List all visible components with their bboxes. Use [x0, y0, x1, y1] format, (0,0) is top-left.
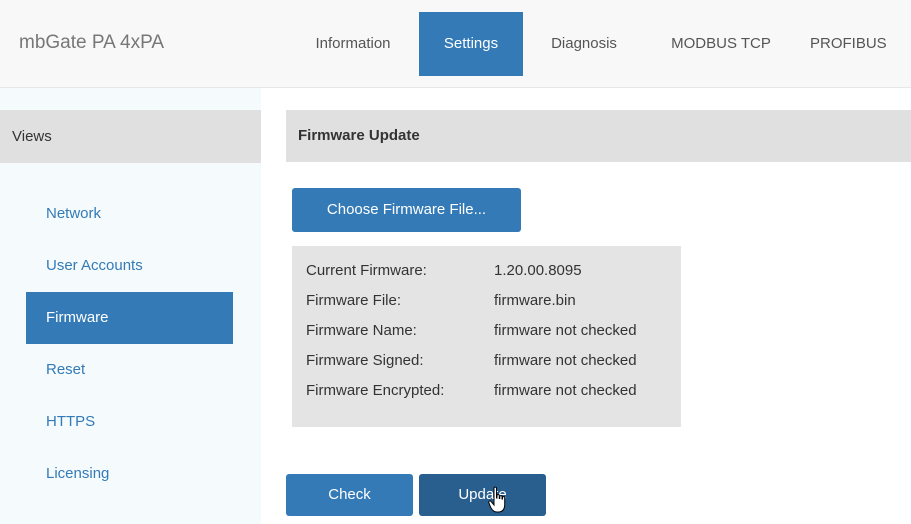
- tab-modbus-tcp[interactable]: MODBUS TCP: [645, 12, 797, 76]
- info-label: Current Firmware:: [306, 262, 427, 279]
- top-navbar: mbGate PA 4xPA Information Settings Diag…: [0, 0, 911, 88]
- panel-title: Firmware Update: [286, 110, 911, 162]
- info-label: Firmware File:: [306, 292, 402, 309]
- brand-title[interactable]: mbGate PA 4xPA: [19, 32, 164, 54]
- update-button[interactable]: Update: [419, 474, 546, 516]
- sidebar-item-user-accounts[interactable]: User Accounts: [26, 240, 233, 292]
- info-label: Firmware Encrypted:: [306, 382, 445, 399]
- choose-firmware-file-button[interactable]: Choose Firmware File...: [292, 188, 521, 232]
- info-label: Firmware Name:: [306, 322, 417, 339]
- sidebar-item-https[interactable]: HTTPS: [26, 396, 233, 448]
- info-value: 1.20.00.8095: [494, 262, 582, 279]
- info-value: firmware not checked: [494, 352, 637, 369]
- tab-diagnosis[interactable]: Diagnosis: [532, 12, 636, 76]
- info-value: firmware.bin: [494, 292, 576, 309]
- tab-profibus[interactable]: PROFIBUS: [810, 12, 911, 76]
- info-value: firmware not checked: [494, 322, 637, 339]
- sidebar-item-licensing[interactable]: Licensing: [26, 448, 233, 500]
- sidebar-item-reset[interactable]: Reset: [26, 344, 233, 396]
- sidebar-header: Views: [0, 110, 261, 163]
- tab-settings[interactable]: Settings: [419, 12, 523, 76]
- info-label: Firmware Signed:: [306, 352, 424, 369]
- sidebar-item-network[interactable]: Network: [26, 188, 233, 240]
- sidebar-item-firmware[interactable]: Firmware: [26, 292, 233, 344]
- sidebar: Views Network User Accounts Firmware Res…: [0, 88, 261, 524]
- info-value: firmware not checked: [494, 382, 637, 399]
- hand-pointer-icon: [488, 486, 506, 513]
- tab-information[interactable]: Information: [296, 12, 410, 76]
- firmware-info-box: Current Firmware: 1.20.00.8095 Firmware …: [292, 246, 681, 427]
- check-button[interactable]: Check: [286, 474, 413, 516]
